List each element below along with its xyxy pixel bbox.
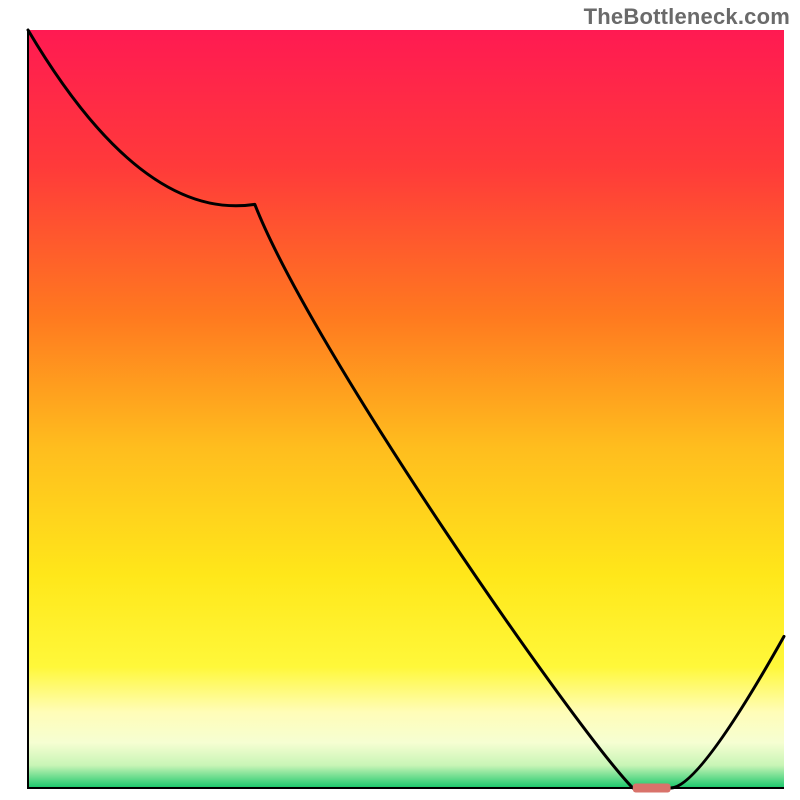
chart-svg [0, 0, 800, 800]
chart-canvas: TheBottleneck.com [0, 0, 800, 800]
gradient-background [28, 30, 784, 788]
plateau-marker [633, 784, 671, 793]
